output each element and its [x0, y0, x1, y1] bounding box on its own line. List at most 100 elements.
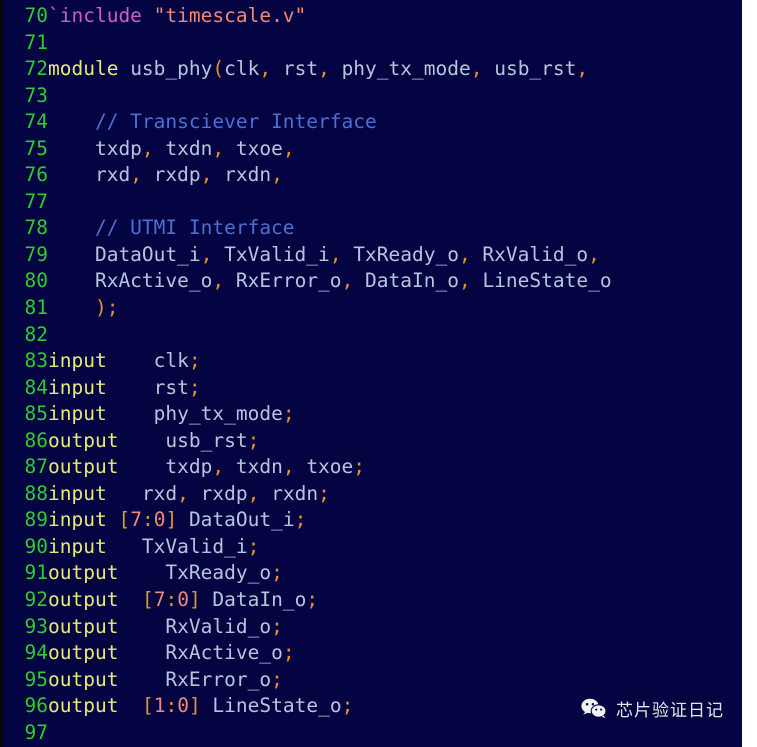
code-token: input: [48, 375, 107, 399]
code-token: ,: [212, 455, 225, 479]
code-line[interactable]: 83input clk;: [4, 348, 742, 375]
code-line[interactable]: 80 RxActive_o, RxError_o, DataIn_o, Line…: [4, 268, 742, 295]
code-text[interactable]: output usb_rst;: [48, 429, 259, 452]
code-line[interactable]: 82: [4, 322, 742, 349]
line-number: 75: [24, 136, 48, 160]
code-text[interactable]: output txdp, txdn, txoe;: [48, 455, 365, 478]
line-number: 87: [24, 455, 48, 479]
code-token: // UTMI Interface: [48, 216, 295, 240]
line-number: 83: [24, 349, 48, 373]
code-line[interactable]: 87output txdp, txdn, txoe;: [4, 454, 742, 481]
code-line[interactable]: 78 // UTMI Interface: [4, 215, 742, 242]
code-text[interactable]: input rxd, rxdp, rxdn;: [48, 482, 330, 505]
code-line[interactable]: 96output [1:0] LineState_o;: [4, 693, 742, 720]
code-token: ,: [282, 455, 295, 479]
code-line[interactable]: 90input TxValid_i;: [4, 534, 742, 561]
code-token: module: [48, 57, 119, 81]
code-token: ;: [282, 641, 295, 665]
code-token: input: [48, 349, 107, 373]
code-text[interactable]: `include "timescale.v": [48, 4, 306, 27]
code-line[interactable]: 85input phy_tx_mode;: [4, 401, 742, 428]
code-line[interactable]: 94output RxActive_o;: [4, 640, 742, 667]
line-number: 71: [24, 30, 48, 54]
code-text[interactable]: output [1:0] LineState_o;: [48, 694, 353, 717]
line-number: 89: [24, 508, 48, 532]
line-number: 80: [24, 269, 48, 293]
code-text[interactable]: input phy_tx_mode;: [48, 402, 295, 425]
code-token: ;: [271, 561, 283, 585]
code-text[interactable]: input [7:0] DataOut_i;: [48, 508, 306, 531]
code-text[interactable]: input TxValid_i;: [48, 535, 259, 558]
code-token: rxdn: [212, 163, 272, 187]
code-token: 1: [153, 694, 166, 718]
code-line[interactable]: 72module usb_phy(clk, rst, phy_tx_mode, …: [4, 56, 742, 83]
code-token: txdn: [153, 136, 213, 160]
code-token: ,: [318, 57, 330, 81]
code-line[interactable]: 84input rst;: [4, 375, 742, 402]
code-line[interactable]: 77: [4, 189, 742, 216]
code-token: txdp: [118, 455, 213, 479]
code-token: 7: [130, 508, 142, 532]
code-token: "timescale.v": [153, 4, 307, 27]
code-token: rxd: [48, 163, 131, 187]
code-line[interactable]: 75 txdp, txdn, txoe,: [4, 136, 742, 163]
line-number: 95: [24, 667, 48, 691]
code-token: ,: [458, 242, 471, 266]
code-text[interactable]: output RxError_o;: [48, 668, 283, 691]
code-line[interactable]: 92output [7:0] DataIn_o;: [4, 587, 742, 614]
code-text[interactable]: module usb_phy(clk, rst, phy_tx_mode, us…: [48, 57, 588, 80]
code-text[interactable]: output [7:0] DataIn_o;: [48, 588, 318, 611]
code-listing[interactable]: 70`include "timescale.v" 71 72module usb_p…: [4, 0, 742, 746]
line-number: 97: [24, 720, 48, 744]
code-line[interactable]: 70`include "timescale.v": [4, 3, 742, 30]
code-token: rxdp: [141, 163, 201, 187]
code-text[interactable]: // Transciever Interface: [48, 110, 377, 133]
code-line[interactable]: 76 rxd, rxdp, rxdn,: [4, 162, 742, 189]
code-line[interactable]: 71: [4, 30, 742, 57]
code-token: :: [141, 508, 154, 532]
code-line[interactable]: 93output RxValid_o;: [4, 614, 742, 641]
code-token: ,: [341, 269, 354, 293]
code-text[interactable]: );: [48, 296, 118, 319]
code-text[interactable]: // UTMI Interface: [48, 216, 295, 239]
code-line[interactable]: 97: [4, 720, 742, 747]
code-text[interactable]: rxd, rxdp, rxdn,: [48, 163, 283, 186]
code-line[interactable]: 73: [4, 83, 742, 110]
code-line[interactable]: 79 DataOut_i, TxValid_i, TxReady_o, RxVa…: [4, 242, 742, 269]
code-token: ,: [576, 57, 589, 81]
code-text[interactable]: output RxValid_o;: [48, 615, 283, 638]
line-number: 74: [24, 110, 48, 134]
code-token: ;: [306, 588, 319, 612]
code-token: input: [48, 508, 107, 532]
code-token: ,: [588, 242, 600, 266]
code-token: clk: [106, 349, 189, 373]
line-number: 81: [24, 296, 48, 320]
code-token: ,: [212, 136, 225, 160]
code-token: rxdp: [188, 481, 248, 505]
code-token: 0: [153, 508, 166, 532]
code-text[interactable]: txdp, txdn, txoe,: [48, 137, 295, 160]
code-line[interactable]: 74 // Transciever Interface: [4, 109, 742, 136]
code-token: ;: [341, 694, 354, 718]
code-token: DataOut_i: [177, 508, 295, 532]
code-line[interactable]: 91output TxReady_o;: [4, 560, 742, 587]
code-line[interactable]: 88input rxd, rxdp, rxdn;: [4, 481, 742, 508]
code-token: LineState_o: [200, 694, 342, 718]
code-text[interactable]: output RxActive_o;: [48, 641, 295, 664]
code-token: rxd: [106, 481, 178, 505]
code-text[interactable]: output TxReady_o;: [48, 561, 283, 584]
code-text[interactable]: DataOut_i, TxValid_i, TxReady_o, RxValid…: [48, 243, 600, 266]
code-line[interactable]: 89input [7:0] DataOut_i;: [4, 507, 742, 534]
code-text[interactable]: input rst;: [48, 376, 201, 399]
code-line[interactable]: 81 );: [4, 295, 742, 322]
code-line[interactable]: 95output RxError_o;: [4, 667, 742, 694]
code-text[interactable]: input clk;: [48, 349, 201, 372]
code-token: output: [48, 641, 119, 665]
code-line[interactable]: 86output usb_rst;: [4, 428, 742, 455]
line-number: 70: [24, 4, 48, 27]
code-text[interactable]: RxActive_o, RxError_o, DataIn_o, LineSta…: [48, 269, 612, 292]
code-token: ;: [353, 455, 366, 479]
